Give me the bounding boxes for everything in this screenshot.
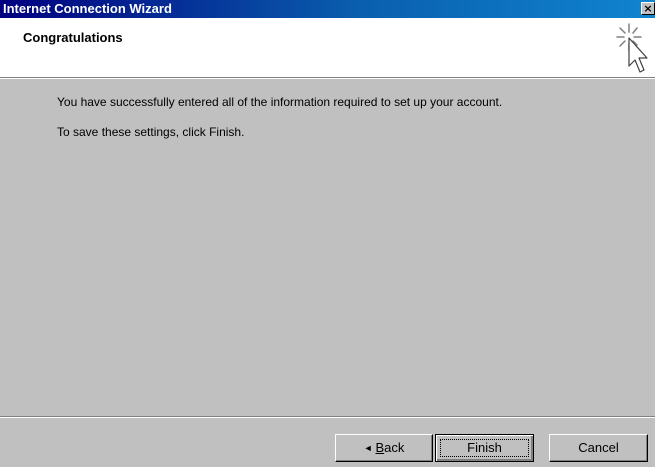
window-title: Internet Connection Wizard	[3, 1, 172, 16]
wizard-header: Congratulations	[0, 18, 655, 77]
wizard-cursor-sparkle-icon	[616, 23, 648, 73]
back-button[interactable]: ◄ Back	[335, 434, 433, 462]
finish-label: Finish	[467, 440, 502, 455]
close-button[interactable]: ×	[641, 2, 655, 15]
back-label: ack	[384, 440, 405, 455]
header-divider-highlight	[0, 78, 655, 79]
cancel-label: Cancel	[578, 440, 619, 455]
button-area-divider-highlight	[0, 417, 655, 418]
back-mnemonic: B	[375, 440, 385, 455]
success-message: You have successfully entered all of the…	[57, 95, 503, 109]
title-bar[interactable]: Internet Connection Wizard ×	[0, 0, 655, 18]
close-icon: ×	[643, 2, 653, 15]
finish-button[interactable]: Finish	[435, 434, 534, 462]
finish-instruction: To save these settings, click Finish.	[57, 125, 245, 139]
cancel-button[interactable]: Cancel	[549, 434, 648, 462]
wizard-window: Internet Connection Wizard × Congratulat…	[0, 0, 655, 467]
page-title: Congratulations	[23, 30, 123, 45]
back-arrow-icon: ◄	[363, 443, 373, 453]
